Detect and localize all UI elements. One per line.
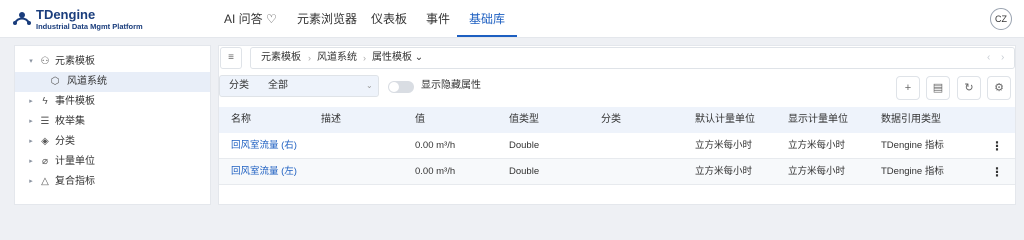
chevron-right-icon: › — [363, 53, 366, 63]
refresh-button[interactable]: ↻ — [957, 76, 981, 100]
plus-icon: + — [904, 82, 912, 94]
nav-element-browser[interactable]: 元素浏览器 — [297, 11, 357, 27]
sidebar-item-composite-metrics[interactable]: ▸ △ 复合指标 — [15, 172, 210, 192]
list-icon: ☰ — [40, 116, 50, 127]
cell-display-unit: 立方米每小时 — [788, 140, 846, 151]
column-header[interactable]: 描述 — [321, 107, 341, 133]
refresh-icon: ↻ — [964, 82, 974, 94]
category-filter-select[interactable]: 分类 全部 ⌄ — [219, 75, 379, 97]
table-header: 名称 描述 值 值类型 分类 默认计量单位 显示计量单位 数据引用类型 — [219, 107, 1015, 133]
cube-icon: ⬡ — [50, 76, 60, 87]
filter-label: 分类 — [229, 80, 249, 91]
logo[interactable]: TDengine Industrial Data Mgmt Platform — [12, 6, 172, 32]
warning-triangle-icon: △ — [41, 176, 49, 187]
column-header[interactable]: 默认计量单位 — [695, 107, 755, 133]
template-icon: ⚇ — [40, 56, 50, 67]
lightning-icon: ϟ — [42, 96, 48, 107]
sidebar-item-label: 元素模板 — [55, 56, 95, 67]
scroll-left-icon[interactable]: ‹ — [987, 48, 990, 68]
nav-library[interactable]: 基础库 — [469, 11, 505, 27]
caret-right-icon[interactable]: ▸ — [27, 152, 35, 172]
sidebar-item-label: 计量单位 — [55, 156, 95, 167]
column-header[interactable]: 数据引用类型 — [881, 107, 941, 133]
toggle-label: 显示隐藏属性 — [421, 80, 481, 91]
caret-right-icon[interactable]: ▸ — [27, 112, 35, 132]
chevron-right-icon: › — [308, 53, 311, 63]
caret-right-icon[interactable]: ▸ — [27, 172, 35, 192]
sidebar-item-label: 复合指标 — [55, 176, 95, 187]
scroll-right-icon[interactable]: › — [1001, 48, 1004, 68]
nav-dashboard[interactable]: 仪表板 — [371, 11, 407, 27]
breadcrumb: 元素模板 › 风道系统 › 属性模板 ⌄ ‹ › — [250, 47, 1015, 69]
collapse-menu-button[interactable]: ≡ — [220, 47, 242, 69]
sidebar-item-duct-system[interactable]: ⬡ 风道系统 — [15, 72, 210, 92]
sidebar-item-label: 分类 — [55, 136, 75, 147]
add-button[interactable]: + — [896, 76, 920, 100]
column-header[interactable]: 名称 — [231, 107, 251, 133]
sidebar-item-enum-sets[interactable]: ▸ ☰ 枚举集 — [15, 112, 210, 132]
column-header[interactable]: 分类 — [601, 107, 621, 133]
cell-display-unit: 立方米每小时 — [788, 166, 846, 177]
logo-title: TDengine — [36, 7, 96, 22]
sidebar-item-label: 枚举集 — [55, 116, 85, 127]
sidebar-item-event-templates[interactable]: ▸ ϟ 事件模板 — [15, 92, 210, 112]
logo-subtitle: Industrial Data Mgmt Platform — [36, 22, 143, 31]
avatar[interactable]: CZ — [990, 8, 1012, 30]
table-row[interactable]: 回风室流量 (右) 0.00 m³/h Double 立方米每小时 立方米每小时… — [219, 133, 1015, 159]
nav-ai-qa[interactable]: AI 问答 ♡ — [224, 11, 277, 27]
cell-data-ref-type: TDengine 指标 — [881, 140, 944, 151]
attribute-name-link[interactable]: 回风室流量 (左) — [231, 159, 297, 185]
top-bar: TDengine Industrial Data Mgmt Platform A… — [0, 0, 1024, 38]
attribute-name-link[interactable]: 回风室流量 (右) — [231, 133, 297, 159]
cell-value-type: Double — [509, 140, 540, 151]
caret-right-icon[interactable]: ▸ — [27, 92, 35, 112]
file-icon: ▤ — [932, 82, 944, 94]
cell-default-unit: 立方米每小时 — [695, 166, 753, 177]
nav-events[interactable]: 事件 — [426, 11, 450, 27]
sidebar-item-categories[interactable]: ▸ ◈ 分类 — [15, 132, 210, 152]
menu-collapse-icon: ≡ — [228, 52, 234, 63]
caret-down-icon[interactable]: ▾ — [27, 52, 35, 72]
main-panel: ≡ 元素模板 › 风道系统 › 属性模板 ⌄ ‹ › 分类 全部 ⌄ 显示隐藏属… — [218, 45, 1016, 205]
export-button[interactable]: ▤ — [926, 76, 950, 100]
filter-value: 全部 — [268, 80, 288, 91]
show-hidden-toggle[interactable] — [388, 81, 414, 93]
more-vertical-icon[interactable]: ⋮ — [991, 133, 1003, 159]
sidebar-tree: ▾ ⚇ 元素模板 ⬡ 风道系统 ▸ ϟ 事件模板 ▸ ☰ 枚举集 ▸ ◈ 分类 … — [14, 45, 211, 205]
gear-icon: ⚙ — [994, 82, 1004, 94]
toggle-knob — [389, 82, 399, 92]
cell-data-ref-type: TDengine 指标 — [881, 166, 944, 177]
cell-value: 0.00 m³/h — [415, 166, 456, 177]
breadcrumb-item[interactable]: 元素模板 — [261, 48, 301, 68]
breadcrumb-item[interactable]: 风道系统 — [317, 48, 357, 68]
more-vertical-icon[interactable]: ⋮ — [991, 159, 1003, 185]
active-nav-indicator — [457, 35, 517, 37]
ruler-icon: ⌀ — [41, 156, 49, 167]
sidebar-item-label: 事件模板 — [55, 96, 95, 107]
table-row[interactable]: 回风室流量 (左) 0.00 m³/h Double 立方米每小时 立方米每小时… — [219, 159, 1015, 185]
cell-default-unit: 立方米每小时 — [695, 140, 753, 151]
column-header[interactable]: 值类型 — [509, 107, 539, 133]
sidebar-item-units[interactable]: ▸ ⌀ 计量单位 — [15, 152, 210, 172]
settings-button[interactable]: ⚙ — [987, 76, 1011, 100]
sidebar-item-element-templates[interactable]: ▾ ⚇ 元素模板 — [15, 52, 210, 72]
chevron-down-icon: ⌄ — [366, 81, 373, 90]
cell-value: 0.00 m³/h — [415, 140, 456, 151]
breadcrumb-item-dropdown[interactable]: 属性模板 ⌄ — [372, 48, 423, 68]
cell-value-type: Double — [509, 166, 540, 177]
tdengine-logo-icon — [13, 12, 31, 25]
sidebar-item-label: 风道系统 — [67, 76, 107, 87]
column-header[interactable]: 显示计量单位 — [788, 107, 848, 133]
tag-icon: ◈ — [41, 136, 49, 147]
column-header[interactable]: 值 — [415, 107, 425, 133]
caret-right-icon[interactable]: ▸ — [27, 132, 35, 152]
